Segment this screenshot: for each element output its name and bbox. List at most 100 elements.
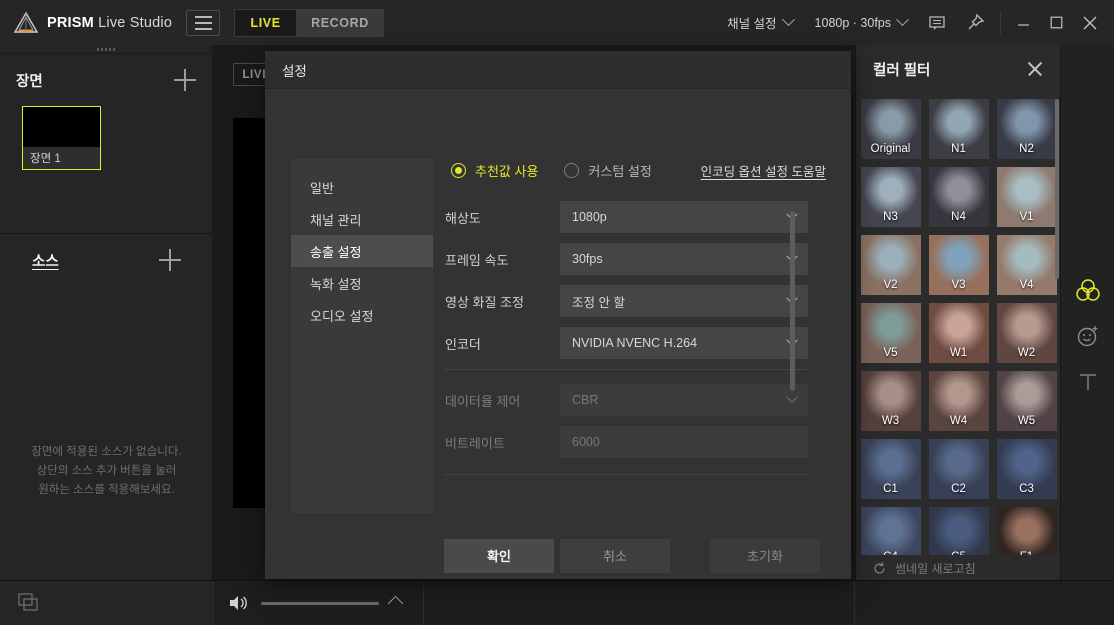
color-filter-label: C4 xyxy=(861,551,921,555)
color-filter-item[interactable]: C2 xyxy=(928,439,989,499)
color-filter-item[interactable]: Original xyxy=(860,99,921,159)
filter-grid-scrollbar[interactable] xyxy=(1055,99,1059,279)
color-filter-label: W1 xyxy=(949,347,968,359)
field-value: 조정 안 할 xyxy=(572,295,625,310)
field-label: 해상도 xyxy=(445,210,481,226)
form-divider xyxy=(445,474,808,475)
radio-recommended[interactable]: 추천값 사용 xyxy=(451,161,538,180)
color-filter-item[interactable]: V2 xyxy=(860,235,921,295)
color-filter-label: V4 xyxy=(1019,279,1034,291)
source-header: 소스 xyxy=(16,234,197,286)
add-source-button[interactable] xyxy=(159,249,181,271)
color-filter-item[interactable]: W5 xyxy=(996,371,1057,431)
color-filter-item[interactable]: V4 xyxy=(996,235,1057,295)
field-select[interactable]: 조정 안 할 xyxy=(560,285,808,317)
brand-light: Live Studio xyxy=(93,14,173,31)
hamburger-menu-button[interactable] xyxy=(186,9,221,36)
source-empty-message: 장면에 적용된 소스가 없습니다. 상단의 소스 추가 버튼을 눌러 원하는 소… xyxy=(0,443,213,500)
dialog-scrollbar[interactable] xyxy=(790,211,795,391)
field-select[interactable]: 30fps xyxy=(560,243,808,275)
title-bar: PRISM Live Studio LIVE RECORD 채널 설정 1080… xyxy=(0,0,1114,45)
hamburger-icon-line xyxy=(194,27,212,30)
field-value: 1080p xyxy=(572,210,607,224)
form-row: 해상도 1080p xyxy=(445,201,825,233)
rail-item-color-filter[interactable] xyxy=(1061,267,1114,313)
field-label: 영상 화질 조정 xyxy=(445,294,524,310)
channel-settings-dropdown[interactable]: 채널 설정 xyxy=(716,0,803,45)
color-filter-item[interactable]: F1 xyxy=(996,507,1057,555)
color-filter-label: V3 xyxy=(951,279,966,291)
scene-item-label: 장면 1 xyxy=(23,147,100,169)
field-select[interactable]: 1080p xyxy=(560,201,808,233)
settings-nav-item[interactable]: 송출 설정 xyxy=(291,235,433,267)
rail-item-sticker[interactable] xyxy=(1061,313,1114,359)
color-filter-item[interactable]: W2 xyxy=(996,303,1057,363)
tab-live[interactable]: LIVE xyxy=(234,8,297,37)
maximize-button[interactable] xyxy=(1040,0,1073,45)
color-filter-item[interactable]: W1 xyxy=(928,303,989,363)
radio-custom[interactable]: 커스텀 설정 xyxy=(564,161,652,180)
dialog-body: 일반 채널 관리 송출 설정 녹화 설정 오디오 설정 추천값 사용 커스텀 설정 인코… xyxy=(265,89,851,532)
color-filter-item[interactable]: N3 xyxy=(860,167,921,227)
app-brand: PRISM Live Studio xyxy=(47,15,172,31)
pin-button[interactable] xyxy=(956,0,994,45)
rail-item-text[interactable] xyxy=(1061,359,1114,405)
close-button[interactable] xyxy=(1073,0,1106,45)
source-section: 소스 xyxy=(0,234,213,286)
settings-nav-item[interactable]: 일반 xyxy=(291,171,433,203)
quality-dropdown[interactable]: 1080p · 30fps xyxy=(804,0,918,45)
minimize-button[interactable] xyxy=(1007,0,1040,45)
color-filter-item[interactable]: N1 xyxy=(928,99,989,159)
chat-button[interactable] xyxy=(918,0,956,45)
color-filter-item[interactable]: N4 xyxy=(928,167,989,227)
field-label: 인코더 xyxy=(445,336,481,352)
studio-mode-section xyxy=(0,581,213,625)
dialog-footer: 확인 취소 초기화 xyxy=(265,532,851,579)
refresh-thumbnails-button[interactable]: 썸네일 새로고침 xyxy=(856,560,1061,577)
field-label: 데이터율 제어 xyxy=(445,393,521,409)
sticker-smiley-icon xyxy=(1077,326,1098,347)
settings-nav-item[interactable]: 채널 관리 xyxy=(291,203,433,235)
chat-bubble-icon xyxy=(929,15,945,30)
radio-custom-label: 커스텀 설정 xyxy=(588,163,652,179)
field-value: 6000 xyxy=(572,435,600,449)
color-filter-item[interactable]: C3 xyxy=(996,439,1057,499)
color-filter-item[interactable]: N2 xyxy=(996,99,1057,159)
volume-control xyxy=(214,581,423,625)
color-filter-label: C5 xyxy=(929,551,989,555)
panel-drag-handle[interactable] xyxy=(0,45,212,54)
ok-button[interactable]: 확인 xyxy=(444,538,554,573)
radio-recommended-label: 추천값 사용 xyxy=(475,163,539,179)
mode-toggle-group: LIVE RECORD xyxy=(234,8,384,37)
scene-title: 장면 xyxy=(16,73,43,90)
settings-nav-item[interactable]: 녹화 설정 xyxy=(291,267,433,299)
volume-slider[interactable] xyxy=(261,601,379,605)
color-filter-item[interactable]: W3 xyxy=(860,371,921,431)
cancel-button[interactable]: 취소 xyxy=(560,538,670,573)
color-filter-item[interactable]: W4 xyxy=(928,371,989,431)
color-filter-grid: Original N1 N2 N3 N4 V1 V2 V3 V4 V5 W1 W2 W3 W4 W5 C1 C2… xyxy=(856,95,1061,555)
scene-header: 장면 xyxy=(16,54,196,106)
color-filter-item[interactable]: V3 xyxy=(928,235,989,295)
color-filter-item[interactable]: V1 xyxy=(996,167,1057,227)
reset-button[interactable]: 초기화 xyxy=(710,538,820,573)
source-empty-line-3: 원하는 소스를 적용해보세요. xyxy=(38,484,175,496)
field-select[interactable]: NVIDIA NVENC H.264 xyxy=(560,327,808,359)
chevron-up-icon[interactable] xyxy=(387,595,404,611)
add-scene-button[interactable] xyxy=(174,69,196,91)
color-filter-panel: 컬러 필터 Original N1 N2 N3 N4 V1 V2 V3 V4 V5 W1 W2 W3 W4… xyxy=(855,45,1061,625)
settings-nav-item[interactable]: 오디오 설정 xyxy=(291,299,433,331)
color-filter-item[interactable]: C1 xyxy=(860,439,921,499)
color-filter-label: C3 xyxy=(1019,483,1034,495)
form-enabled-rows: 해상도 1080p 프레임 속도 30fps 영상 화질 조정 조정 안 할 인코더 NVID… xyxy=(445,201,825,359)
scene-item[interactable]: 장면 1 xyxy=(22,106,101,170)
bottom-divider xyxy=(854,581,855,625)
tab-record[interactable]: RECORD xyxy=(296,8,384,37)
color-filter-item[interactable]: V5 xyxy=(860,303,921,363)
channel-settings-label: 채널 설정 xyxy=(727,17,777,31)
encoding-help-link[interactable]: 인코딩 옵션 설정 도움말 xyxy=(701,161,826,180)
color-filter-item[interactable]: C5 xyxy=(928,507,989,555)
color-filter-label: W5 xyxy=(1017,415,1036,427)
close-icon[interactable] xyxy=(1026,60,1044,78)
color-filter-item[interactable]: C4 xyxy=(860,507,921,555)
